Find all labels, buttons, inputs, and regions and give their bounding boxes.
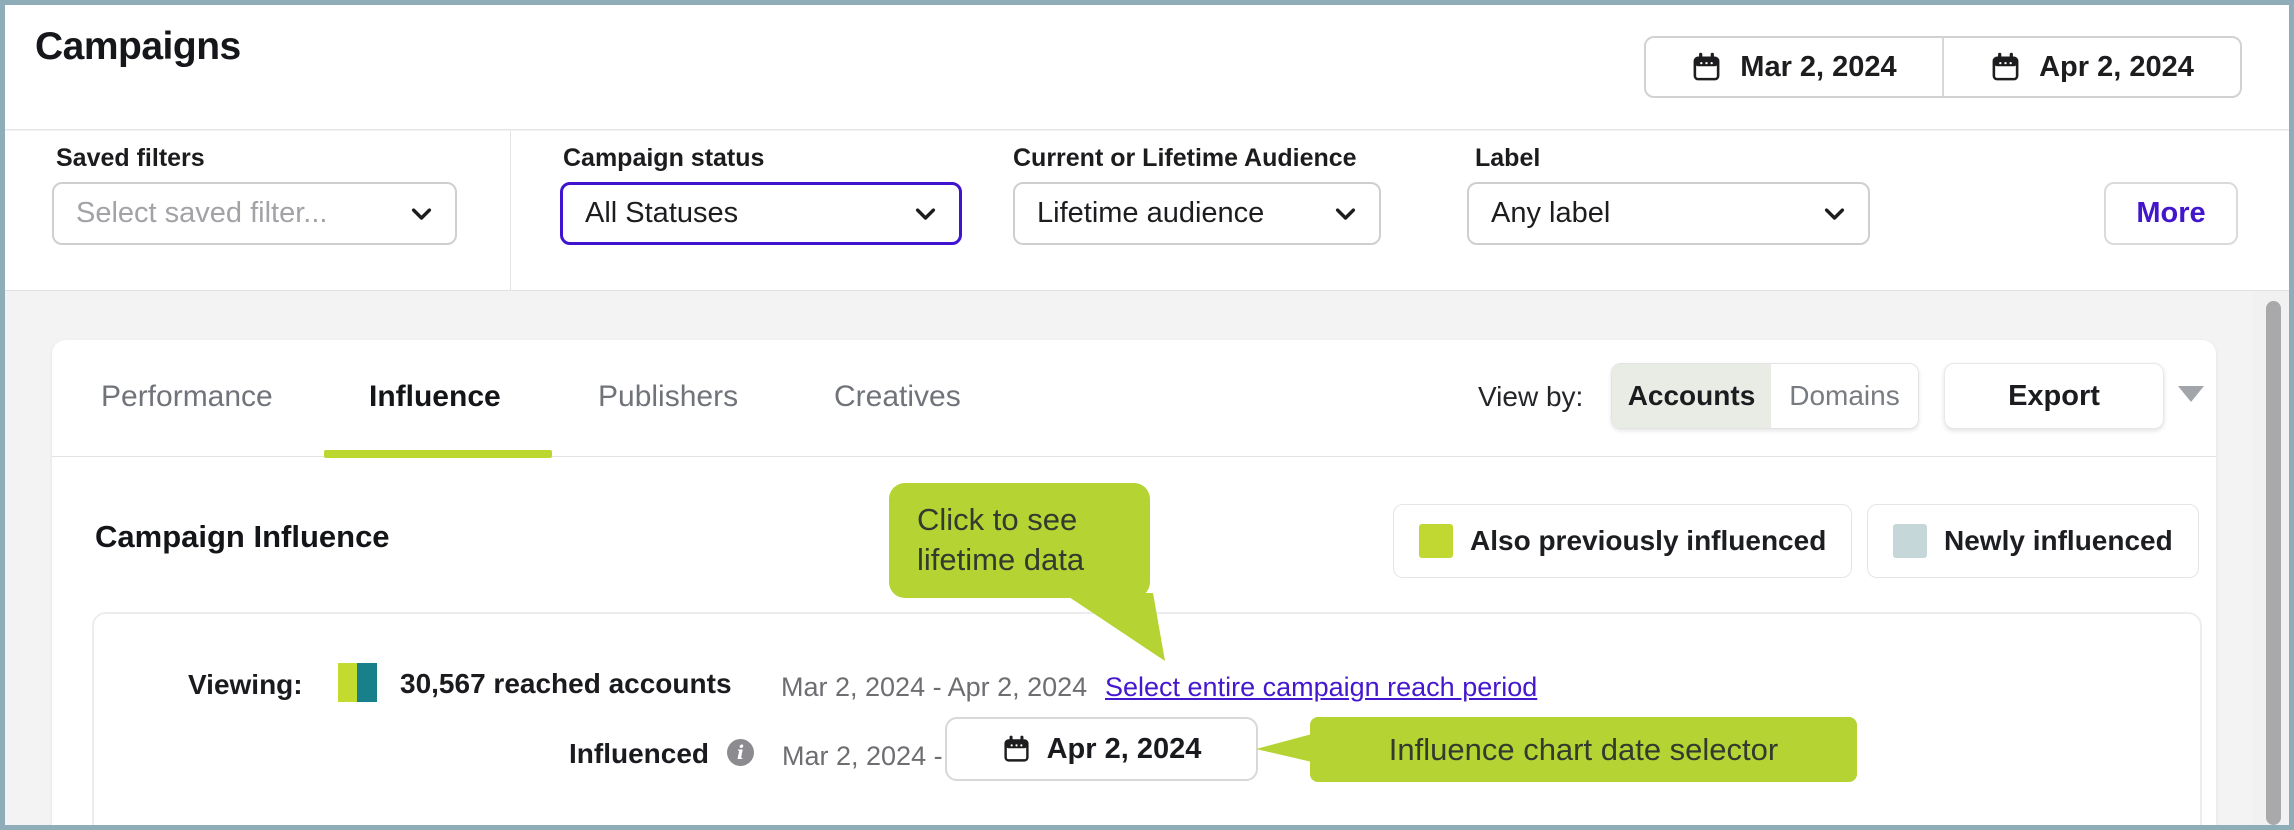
swatch-lime: [338, 663, 357, 702]
chevron-down-icon: [1335, 208, 1356, 220]
callout-line2: lifetime data: [917, 542, 1085, 577]
saved-filters-label: Saved filters: [56, 144, 205, 172]
callout-line1: Click to see: [917, 502, 1078, 537]
influenced-period-start: Mar 2, 2024 -: [782, 741, 943, 771]
influence-date-selector[interactable]: Apr 2, 2024: [945, 717, 1258, 781]
view-by-accounts[interactable]: Accounts: [1612, 364, 1771, 428]
influenced-label: Influenced: [569, 738, 710, 769]
tab-performance[interactable]: Performance: [101, 380, 273, 414]
reach-dual-swatch-icon: [338, 663, 377, 702]
start-date-picker[interactable]: Mar 2, 2024: [1646, 38, 1942, 96]
tab-publishers[interactable]: Publishers: [598, 380, 738, 414]
chevron-down-icon: [411, 208, 432, 220]
more-filters-button[interactable]: More: [2104, 182, 2238, 245]
tab-influence[interactable]: Influence: [369, 380, 501, 414]
saved-filters-select[interactable]: Select saved filter...: [52, 182, 457, 245]
info-icon[interactable]: i: [727, 739, 754, 766]
view-by-label: View by:: [1478, 381, 1584, 412]
reached-accounts-value: 30,567 reached accounts: [400, 668, 732, 699]
swatch-teal: [357, 663, 377, 702]
tab-creatives[interactable]: Creatives: [834, 380, 961, 414]
legend-previously-influenced: Also previously influenced: [1393, 504, 1853, 578]
audience-value: Lifetime audience: [1037, 197, 1265, 229]
label-filter-select[interactable]: Any label: [1467, 182, 1870, 245]
export-caret-icon[interactable]: [2178, 386, 2204, 402]
view-by-toggle: Accounts Domains: [1611, 363, 1919, 429]
influence-date-value: Apr 2, 2024: [1046, 732, 1202, 765]
lifetime-data-callout: Click to see lifetime data: [889, 483, 1150, 598]
section-heading: Campaign Influence: [95, 519, 390, 554]
calendar-icon: [1992, 52, 2019, 80]
export-button[interactable]: Export: [1944, 363, 2164, 429]
page-title: Campaigns: [35, 25, 241, 68]
date-selector-callout: Influence chart date selector: [1310, 717, 1857, 782]
label-filter-label: Label: [1475, 144, 1541, 172]
viewing-label: Viewing:: [188, 669, 303, 700]
legend-label: Newly influenced: [1944, 525, 2173, 556]
start-date-value: Mar 2, 2024: [1740, 50, 1897, 83]
audience-select[interactable]: Lifetime audience: [1013, 182, 1381, 245]
label-filter-value: Any label: [1491, 197, 1611, 229]
end-date-picker[interactable]: Apr 2, 2024: [1942, 38, 2240, 96]
end-date-value: Apr 2, 2024: [2039, 50, 2194, 83]
scrollbar-thumb[interactable]: [2266, 301, 2281, 825]
legend-swatch-green: [1419, 524, 1453, 558]
viewing-period: Mar 2, 2024 - Apr 2, 2024: [781, 672, 1088, 702]
select-entire-period-link[interactable]: Select entire campaign reach period: [1105, 672, 1537, 703]
campaign-status-select[interactable]: All Statuses: [560, 182, 962, 245]
audience-label: Current or Lifetime Audience: [1013, 144, 1357, 172]
chevron-down-icon: [915, 208, 936, 220]
legend-swatch-blue: [1893, 524, 1927, 558]
calendar-icon: [1004, 735, 1029, 762]
page-header: Campaigns Mar 2, 2024 Apr 2, 2024: [5, 5, 2289, 130]
page-date-range-picker: Mar 2, 2024 Apr 2, 2024: [1644, 36, 2242, 98]
legend-label: Also previously influenced: [1470, 525, 1827, 556]
active-tab-underline: [324, 450, 552, 458]
campaign-status-label: Campaign status: [563, 144, 765, 172]
filter-divider: [510, 131, 511, 291]
filters-bar: Saved filters Select saved filter... Cam…: [5, 131, 2289, 291]
campaigns-page: Campaigns Mar 2, 2024 Apr 2, 2024 Saved …: [0, 0, 2294, 830]
chevron-down-icon: [1824, 208, 1845, 220]
view-by-domains[interactable]: Domains: [1770, 364, 1918, 428]
campaign-status-value: All Statuses: [585, 197, 739, 229]
legend-newly-influenced: Newly influenced: [1867, 504, 2199, 578]
saved-filters-placeholder: Select saved filter...: [76, 197, 328, 229]
calendar-icon: [1693, 52, 1720, 80]
